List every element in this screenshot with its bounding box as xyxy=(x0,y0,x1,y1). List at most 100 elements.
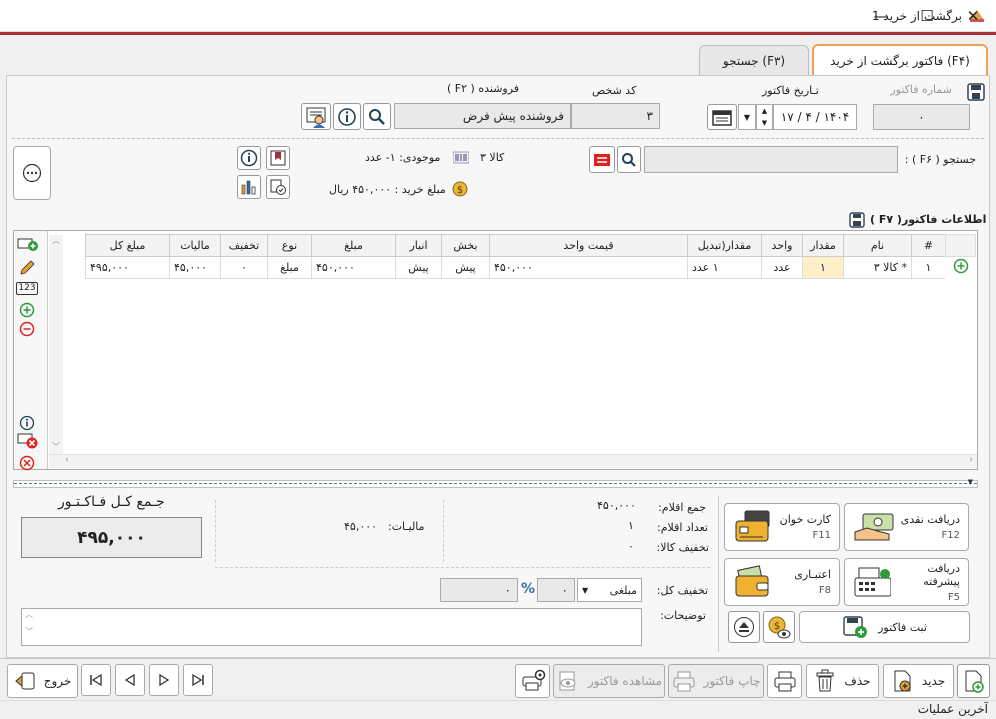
spin-up-icon[interactable]: ▲ xyxy=(757,105,772,117)
cell-name[interactable]: * کالا ۳ xyxy=(843,256,912,279)
first-record-button[interactable] xyxy=(81,664,111,696)
card-reader-button[interactable]: کارت خوان F11 xyxy=(724,503,840,551)
new-doc-button[interactable] xyxy=(957,664,990,698)
discount-value-input[interactable]: ۰ xyxy=(537,578,575,602)
add-circle-icon[interactable] xyxy=(953,258,969,274)
tab-label: فاکتور برگشت از خرید (F۴) xyxy=(830,54,970,68)
register-invoice-button[interactable]: ثبت فاکتور xyxy=(799,611,970,643)
col-header[interactable]: قیمت واحد xyxy=(489,234,688,257)
add-row-icon[interactable] xyxy=(17,236,39,255)
col-header[interactable]: بخش xyxy=(441,234,490,257)
scroll-left-icon[interactable]: ‹ xyxy=(65,455,69,465)
scroll-down-icon[interactable]: ﹀ xyxy=(49,441,63,452)
last-record-button[interactable] xyxy=(183,664,213,696)
row-add-cell[interactable] xyxy=(945,256,976,279)
collapse-bar[interactable]: ▼ xyxy=(13,478,978,488)
vertical-scrollbar[interactable]: ︿ ﹀ xyxy=(49,235,63,454)
exit-button[interactable]: خروج xyxy=(7,664,78,698)
discount-amount-input[interactable]: ۰ xyxy=(440,578,518,602)
cell-converted-quantity[interactable]: ۱ عدد xyxy=(687,256,762,279)
product-info-button[interactable] xyxy=(237,146,261,170)
col-header[interactable]: مبلغ کل xyxy=(85,234,170,257)
item-search-button[interactable] xyxy=(617,146,641,173)
col-header[interactable]: مقدار(تبدیل xyxy=(687,234,762,257)
person-card-button[interactable] xyxy=(301,103,331,130)
edit-icon[interactable] xyxy=(18,259,36,280)
more-button[interactable] xyxy=(13,146,51,200)
cell-unit-price[interactable]: ۴۵۰,۰۰۰ xyxy=(489,256,688,279)
close-button[interactable]: ✕ xyxy=(950,0,996,32)
col-header[interactable]: نام xyxy=(843,234,912,257)
increase-icon[interactable] xyxy=(19,302,35,321)
scroll-down-icon[interactable]: ﹀ xyxy=(22,626,36,637)
cell-tax[interactable]: ۴۵,۰۰۰ xyxy=(169,256,221,279)
print-invoice-button[interactable]: چاپ فاکتور xyxy=(668,664,764,698)
collapse-icon[interactable]: ▼ xyxy=(968,478,973,486)
cell-discount[interactable]: ۰ xyxy=(220,256,268,279)
chart-button[interactable] xyxy=(237,175,261,199)
quick-print-button[interactable] xyxy=(767,664,802,698)
save-icon[interactable] xyxy=(967,83,985,104)
item-list-button[interactable] xyxy=(589,146,615,173)
seller-field[interactable]: فروشنده پیش فرض xyxy=(394,103,571,129)
date-dropdown-button[interactable]: ▼ xyxy=(738,104,756,130)
col-header[interactable]: انبار xyxy=(395,234,442,257)
new-button[interactable]: جدید xyxy=(883,664,954,698)
invoice-date-field[interactable]: ۱۴۰۴ / ۴ / ۱۷ xyxy=(773,104,857,130)
scroll-up-icon[interactable]: ︿ xyxy=(22,609,36,620)
tab-search[interactable]: جستجو (F۳) xyxy=(699,45,809,75)
cell-amount[interactable]: ۴۵۰,۰۰۰ xyxy=(311,256,396,279)
view-payments-button[interactable]: $ xyxy=(763,611,795,643)
cell-quantity[interactable]: ۱ xyxy=(802,256,844,279)
status-bar xyxy=(0,700,996,719)
seller-search-button[interactable] xyxy=(363,103,391,130)
discount-type-select[interactable]: مبلغی ▼ xyxy=(577,578,642,602)
delete-button[interactable]: حذف xyxy=(806,664,879,698)
date-spinner[interactable]: ▲ ▼ xyxy=(756,104,773,130)
credit-button[interactable]: اعتبـاری F8 xyxy=(724,558,840,606)
scroll-up-icon[interactable]: ︿ xyxy=(49,235,63,246)
col-header[interactable]: مقدار xyxy=(802,234,844,257)
cell-unit[interactable]: عدد xyxy=(761,256,803,279)
col-header[interactable]: # xyxy=(911,234,946,257)
grid-scroll-area[interactable]: # نام مقدار واحد مقدار(تبدیل قیمت واحد ب… xyxy=(66,234,976,454)
spin-down-icon[interactable]: ▼ xyxy=(757,117,772,129)
maximize-button[interactable]: ☐ xyxy=(904,0,950,32)
calendar-button[interactable] xyxy=(707,104,737,130)
cell-type[interactable]: مبلغ xyxy=(267,256,312,279)
cell-section[interactable]: پیش xyxy=(441,256,490,279)
print-settings-button[interactable] xyxy=(515,664,550,698)
scroll-right-icon[interactable]: › xyxy=(969,455,973,465)
bookmark-button[interactable] xyxy=(266,146,290,170)
minimize-button[interactable]: — xyxy=(858,0,904,32)
table-row[interactable]: ۱ * کالا ۳ ۱ عدد ۱ عدد ۴۵۰,۰۰۰ پیش پیش ۴… xyxy=(85,256,976,279)
number-format-icon[interactable]: 123 xyxy=(16,282,38,295)
cell-total[interactable]: ۴۹۵,۰۰۰ xyxy=(85,256,170,279)
notes-textarea[interactable] xyxy=(21,608,642,646)
tab-return-invoice[interactable]: فاکتور برگشت از خرید (F۴) xyxy=(812,44,988,76)
next-record-button[interactable] xyxy=(149,664,179,696)
delete-row-icon[interactable] xyxy=(17,432,39,453)
col-header[interactable]: نوع xyxy=(267,234,312,257)
eject-button[interactable] xyxy=(728,611,760,643)
col-header[interactable]: مالیات xyxy=(169,234,221,257)
cell-index[interactable]: ۱ xyxy=(911,256,946,279)
item-search-input[interactable] xyxy=(644,146,898,173)
horizontal-scrollbar[interactable]: ‹ › xyxy=(49,454,977,468)
col-header[interactable]: واحد xyxy=(761,234,803,257)
view-invoice-button[interactable]: مشاهده فاکتور xyxy=(553,664,665,698)
seller-info-button[interactable] xyxy=(333,103,361,130)
clear-all-icon[interactable] xyxy=(19,455,35,474)
save-grid-icon[interactable] xyxy=(849,212,865,231)
person-code-field[interactable]: ۳ xyxy=(571,103,660,129)
advanced-receive-button[interactable]: دریافت پیشرفته F5 xyxy=(844,558,969,606)
barcode-icon xyxy=(452,150,470,167)
cell-warehouse[interactable]: پیش xyxy=(395,256,442,279)
cash-receive-button[interactable]: دریافت نقدی F12 xyxy=(844,503,969,551)
col-header[interactable]: مبلغ xyxy=(311,234,396,257)
notes-scrollbar[interactable]: ︿ ﹀ xyxy=(22,609,36,645)
col-header[interactable]: تخفیف xyxy=(220,234,268,257)
checklist-button[interactable] xyxy=(266,175,290,199)
decrease-icon[interactable] xyxy=(19,321,35,340)
previous-record-button[interactable] xyxy=(115,664,145,696)
